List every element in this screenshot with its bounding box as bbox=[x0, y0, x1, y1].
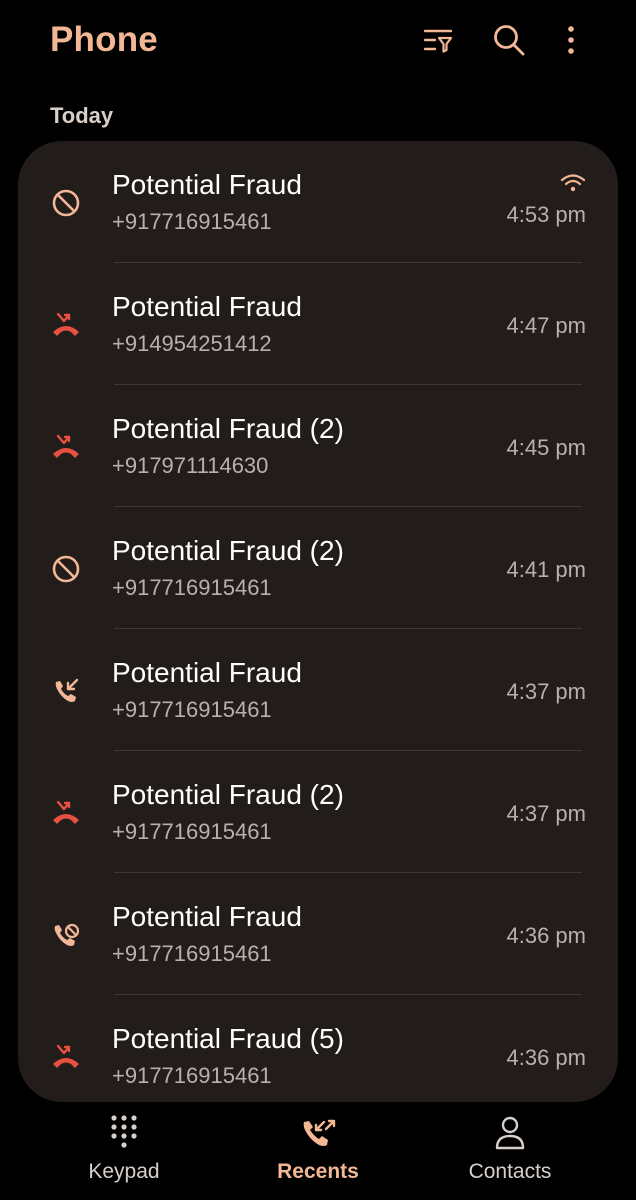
call-log-row[interactable]: Potential Fraud (2) +917716915461 4:41 p… bbox=[18, 507, 618, 629]
missed-call-icon bbox=[48, 1039, 84, 1075]
section-label-today: Today bbox=[50, 103, 114, 128]
caller-number: +917716915461 bbox=[112, 209, 272, 234]
app-header: Phone bbox=[0, 0, 636, 84]
caller-number: +917716915461 bbox=[112, 575, 272, 600]
blocked-call-icon bbox=[48, 551, 84, 587]
caller-name: Potential Fraud (2) bbox=[112, 413, 344, 444]
nav-tab-contacts[interactable]: Contacts bbox=[404, 1108, 616, 1200]
call-log-row[interactable]: Potential Fraud (5) +917716915461 4:36 p… bbox=[18, 995, 618, 1102]
caller-name: Potential Fraud bbox=[112, 901, 302, 932]
incoming-call-icon bbox=[48, 673, 84, 709]
caller-name: Potential Fraud bbox=[112, 169, 302, 200]
caller-name: Potential Fraud (5) bbox=[112, 1023, 344, 1054]
caller-number: +917716915461 bbox=[112, 697, 272, 722]
caller-number: +914954251412 bbox=[112, 331, 272, 356]
missed-call-icon bbox=[48, 795, 84, 831]
nav-label: Recents bbox=[277, 1160, 359, 1183]
caller-name: Potential Fraud (2) bbox=[112, 779, 344, 810]
call-log-row[interactable]: Potential Fraud +917716915461 4:36 pm bbox=[18, 873, 618, 995]
caller-name: Potential Fraud bbox=[112, 291, 302, 322]
bottom-navigation: Keypad Recents Contacts bbox=[0, 1108, 636, 1200]
recents-icon bbox=[300, 1108, 336, 1156]
call-time: 4:53 pm bbox=[506, 202, 587, 227]
call-time: 4:37 pm bbox=[506, 679, 587, 704]
nav-label: Contacts bbox=[468, 1160, 552, 1183]
app-title: Phone bbox=[50, 20, 158, 59]
call-log-row[interactable]: Potential Fraud (2) +917716915461 4:37 p… bbox=[18, 751, 618, 873]
more-options-icon[interactable] bbox=[551, 20, 591, 60]
caller-name: Potential Fraud bbox=[112, 657, 302, 688]
caller-number: +917716915461 bbox=[112, 819, 272, 844]
filter-icon[interactable] bbox=[418, 20, 458, 60]
keypad-icon bbox=[110, 1108, 138, 1156]
missed-call-icon bbox=[48, 429, 84, 465]
nav-label: Keypad bbox=[88, 1160, 160, 1183]
call-log-row[interactable]: Potential Fraud +917716915461 4:53 pm bbox=[18, 141, 618, 263]
recent-calls-list: Potential Fraud +917716915461 4:53 pm Po… bbox=[18, 141, 618, 1102]
caller-name: Potential Fraud (2) bbox=[112, 535, 344, 566]
caller-number: +917716915461 bbox=[112, 1063, 272, 1088]
call-time: 4:37 pm bbox=[506, 801, 587, 826]
call-time: 4:45 pm bbox=[506, 435, 587, 460]
call-time: 4:36 pm bbox=[506, 923, 587, 948]
contacts-icon bbox=[495, 1108, 525, 1156]
blocked-call-icon bbox=[48, 185, 84, 221]
hd-voice-icon bbox=[560, 173, 586, 198]
caller-number: +917971114630 bbox=[112, 453, 269, 478]
missed-call-icon bbox=[48, 307, 84, 343]
call-log-row[interactable]: Potential Fraud (2) +917971114630 4:45 p… bbox=[18, 385, 618, 507]
call-log-row[interactable]: Potential Fraud +914954251412 4:47 pm bbox=[18, 263, 618, 385]
search-icon[interactable] bbox=[489, 20, 529, 60]
call-time: 4:41 pm bbox=[506, 557, 587, 582]
call-time: 4:47 pm bbox=[506, 313, 587, 338]
rejected-call-icon bbox=[48, 917, 84, 953]
nav-tab-keypad[interactable]: Keypad bbox=[18, 1108, 230, 1200]
call-time: 4:36 pm bbox=[506, 1045, 587, 1070]
nav-tab-recents[interactable]: Recents bbox=[212, 1108, 424, 1200]
call-log-row[interactable]: Potential Fraud +917716915461 4:37 pm bbox=[18, 629, 618, 751]
caller-number: +917716915461 bbox=[112, 941, 272, 966]
